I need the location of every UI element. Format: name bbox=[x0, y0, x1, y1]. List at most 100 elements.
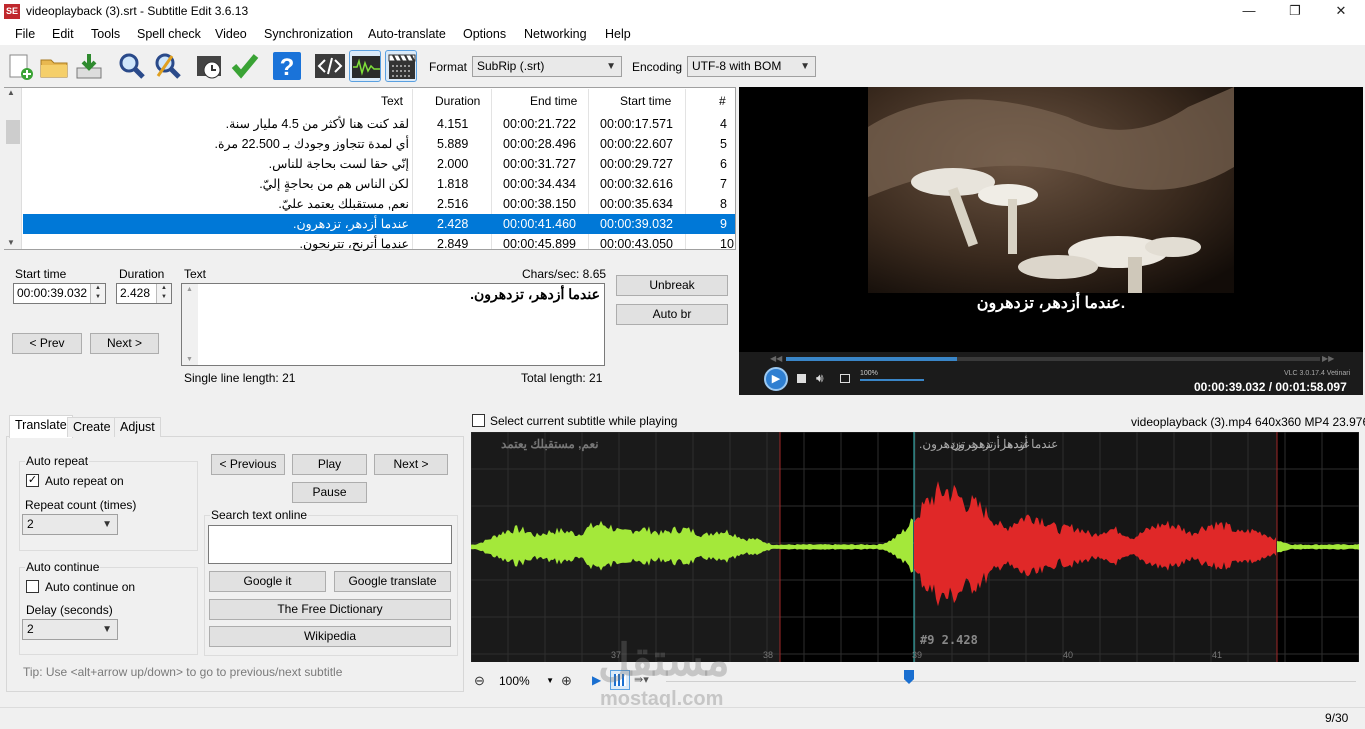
seek-bar[interactable] bbox=[786, 357, 1320, 361]
waveform-canvas bbox=[471, 432, 1359, 662]
grid-scroll-thumb[interactable] bbox=[6, 120, 20, 144]
play-button[interactable]: Play bbox=[292, 454, 367, 475]
menu-auto-translate[interactable]: Auto-translate bbox=[368, 27, 446, 41]
open-file-button[interactable] bbox=[38, 50, 70, 82]
new-file-icon bbox=[9, 54, 33, 80]
repeat-count-select[interactable]: 2 ▼ bbox=[22, 514, 118, 535]
format-label: Format bbox=[429, 60, 468, 74]
delay-select[interactable]: 2 ▼ bbox=[22, 619, 118, 640]
play-icon[interactable]: ▶ bbox=[764, 367, 788, 391]
fullscreen-icon[interactable] bbox=[840, 374, 850, 383]
free-dictionary-button[interactable]: The Free Dictionary bbox=[209, 599, 451, 620]
tab-create[interactable]: Create bbox=[67, 417, 117, 437]
search-text-input[interactable] bbox=[208, 525, 452, 564]
cell-end-time: 00:00:34.434 bbox=[503, 177, 576, 191]
menu-spell-check[interactable]: Spell check bbox=[137, 27, 201, 41]
table-row[interactable]: إنّي حقا لست بحاجة للناس. 2.000 00:00:31.7… bbox=[23, 154, 735, 174]
col-header-end[interactable]: End time bbox=[530, 88, 578, 114]
video-time: 00:00:39.032 / 00:01:58.097 bbox=[1194, 380, 1347, 394]
auto-repeat-group-title: Auto repeat bbox=[25, 454, 90, 468]
delay-label: Delay (seconds) bbox=[26, 603, 113, 617]
col-header-duration[interactable]: Duration bbox=[435, 88, 481, 114]
save-button[interactable] bbox=[73, 50, 105, 82]
menu-edit[interactable]: Edit bbox=[52, 27, 74, 41]
google-translate-button[interactable]: Google translate bbox=[334, 571, 451, 592]
volume-icon[interactable]: 🔊︎ bbox=[816, 371, 824, 386]
table-row[interactable]: أي لمدة تتجاوز وجودك بـ 22.500 مرة. 5.889… bbox=[23, 134, 735, 154]
waveform-position-track[interactable] bbox=[666, 681, 1356, 682]
waveform-toggle-button[interactable] bbox=[349, 50, 381, 82]
wikipedia-button[interactable]: Wikipedia bbox=[209, 626, 451, 647]
cell-start-time: 00:00:17.571 bbox=[600, 117, 673, 131]
table-row[interactable]: لقد كنت هنا لأكثر من 4.5 مليار سنة. 4.151… bbox=[23, 114, 735, 134]
google-it-button[interactable]: Google it bbox=[209, 571, 326, 592]
zoom-select[interactable]: 100% ▼ bbox=[495, 673, 557, 691]
cell-duration: 2.428 bbox=[437, 217, 469, 231]
prev-button[interactable]: < Prev bbox=[12, 333, 82, 354]
find-button[interactable] bbox=[116, 50, 148, 82]
menu-networking[interactable]: Networking bbox=[524, 27, 587, 41]
col-header-text[interactable]: Text bbox=[381, 88, 404, 114]
start-time-input[interactable]: 00:00:39.032 ▲ ▼ bbox=[13, 283, 106, 304]
cell-duration: 4.151 bbox=[437, 117, 469, 131]
next-subtitle-button[interactable]: Next > bbox=[374, 454, 448, 475]
grid-scrollbar[interactable]: ▲ ▼ bbox=[4, 88, 22, 249]
encoding-select[interactable]: UTF-8 with BOM ▼ bbox=[687, 56, 816, 77]
auto-repeat-checkbox[interactable]: ✓ bbox=[26, 474, 39, 487]
cell-end-time: 00:00:21.722 bbox=[503, 117, 576, 131]
spin-arrows-icon[interactable]: ▲ ▼ bbox=[156, 284, 171, 303]
spell-check-button[interactable] bbox=[229, 50, 261, 82]
window-title: videoplayback (3).srt - Subtitle Edit 3.… bbox=[26, 4, 249, 18]
zoom-out-icon[interactable]: ⊖ bbox=[474, 673, 485, 689]
tab-translate[interactable]: Translate bbox=[9, 415, 73, 438]
menu-tools[interactable]: Tools bbox=[91, 27, 120, 41]
pause-button[interactable]: Pause bbox=[292, 482, 367, 503]
table-row[interactable]: لكن الناس هم من بحاجةٍ إليّ. 1.818 00:00:3… bbox=[23, 174, 735, 194]
previous-button[interactable]: < Previous bbox=[211, 454, 285, 475]
minimize-button[interactable]: — bbox=[1226, 0, 1272, 23]
close-button[interactable]: ✕ bbox=[1318, 0, 1364, 23]
auto-continue-checkbox[interactable] bbox=[26, 580, 39, 593]
table-row[interactable]: عندما أزدهر، تزدهرون. 2.428 00:00:41.460 00… bbox=[23, 214, 735, 234]
cell-end-time: 00:00:45.899 bbox=[503, 237, 576, 251]
waveform[interactable]: نعم, مستقبلك يعتمد عندما أزدهر، تزدهرون.… bbox=[471, 432, 1359, 662]
text-scrollbar[interactable]: ▲ ▼ bbox=[182, 284, 198, 365]
source-view-button[interactable] bbox=[314, 50, 346, 82]
new-file-button[interactable] bbox=[4, 50, 36, 82]
menu-synchronization[interactable]: Synchronization bbox=[264, 27, 353, 41]
mushroom-scene-image bbox=[868, 87, 1234, 293]
help-button[interactable]: ? bbox=[271, 50, 303, 82]
subtitle-text-input[interactable]: عندما أزدهر، تزدهرون. bbox=[181, 283, 605, 366]
menu-video[interactable]: Video bbox=[215, 27, 247, 41]
next-button[interactable]: Next > bbox=[90, 333, 159, 354]
col-header-start[interactable]: Start time bbox=[620, 88, 672, 114]
select-current-checkbox[interactable] bbox=[472, 414, 485, 427]
cell-duration: 1.818 bbox=[437, 177, 469, 191]
auto-br-button[interactable]: Auto br bbox=[616, 304, 728, 325]
rewind-icon[interactable]: ◀◀ bbox=[770, 354, 782, 363]
menu-help[interactable]: Help bbox=[605, 27, 631, 41]
delay-value: 2 bbox=[27, 622, 34, 636]
fast-forward-icon[interactable]: ▶▶ bbox=[1322, 354, 1334, 363]
video-toggle-button[interactable] bbox=[385, 50, 417, 82]
col-header-number[interactable]: # bbox=[719, 88, 726, 114]
tab-adjust[interactable]: Adjust bbox=[114, 417, 161, 437]
unbreak-button[interactable]: Unbreak bbox=[616, 275, 728, 296]
help-icon: ? bbox=[273, 52, 301, 81]
replace-button[interactable] bbox=[152, 50, 184, 82]
encoding-value: UTF-8 with BOM bbox=[692, 59, 782, 73]
chevron-down-icon: ▼ bbox=[800, 61, 810, 72]
volume-slider[interactable] bbox=[860, 379, 924, 381]
format-select[interactable]: SubRip (.srt) ▼ bbox=[472, 56, 622, 77]
table-row[interactable]: نعم, مستقبلك يعتمد عليّ. 2.516 00:00:38.15… bbox=[23, 194, 735, 214]
table-row[interactable]: عندما أترنح، تترنحون. 2.849 00:00:45.899 00… bbox=[23, 234, 735, 254]
zoom-in-icon[interactable]: ⊕ bbox=[561, 673, 572, 689]
app-icon: SE bbox=[4, 4, 20, 19]
spin-arrows-icon[interactable]: ▲ ▼ bbox=[90, 284, 105, 303]
menu-options[interactable]: Options bbox=[463, 27, 506, 41]
maximize-button[interactable]: ❐ bbox=[1272, 0, 1318, 23]
duration-input[interactable]: 2.428 ▲ ▼ bbox=[116, 283, 172, 304]
menu-file[interactable]: File bbox=[15, 27, 35, 41]
visual-sync-button[interactable] bbox=[194, 50, 226, 82]
stop-icon[interactable] bbox=[797, 374, 806, 383]
